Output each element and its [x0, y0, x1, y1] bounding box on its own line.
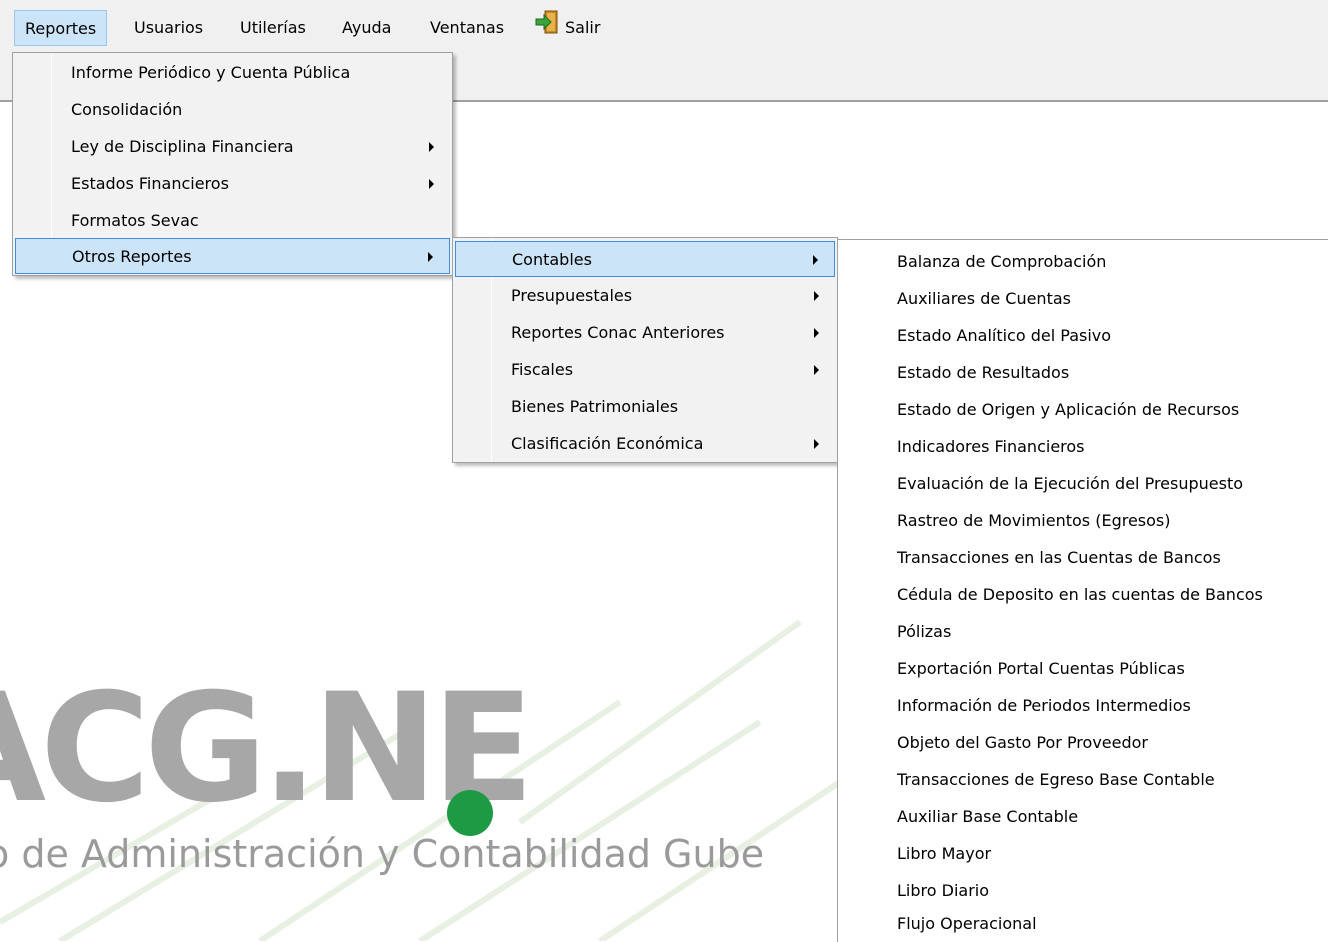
menu-utilerias[interactable]: Utilerías	[230, 10, 316, 46]
menu-bar: Reportes Usuarios Utilerías Ayuda Ventan…	[0, 0, 1328, 54]
menu-item-analitico-pasivo[interactable]: Estado Analítico del Pasivo	[838, 317, 1328, 354]
menu-item-label: Transacciones en las Cuentas de Bancos	[897, 548, 1221, 567]
menu-item-label: Evaluación de la Ejecución del Presupues…	[897, 474, 1244, 493]
menu-item-label: Reportes Conac Anteriores	[511, 323, 725, 342]
menu-item-label: Informe Periódico y Cuenta Pública	[71, 63, 351, 82]
submenu-arrow-icon	[814, 365, 819, 375]
menu-item-contables[interactable]: Contables	[455, 241, 835, 277]
menu-utilerias-label: Utilerías	[240, 18, 306, 37]
menu-item-indicadores-financieros[interactable]: Indicadores Financieros	[838, 428, 1328, 465]
menu-item-otros-reportes[interactable]: Otros Reportes	[15, 238, 450, 274]
menu-item-balanza-comprobacion[interactable]: Balanza de Comprobación	[838, 243, 1328, 280]
menu-item-fiscales[interactable]: Fiscales	[455, 352, 835, 388]
menu-ayuda-label: Ayuda	[342, 18, 392, 37]
menu-item-estado-resultados[interactable]: Estado de Resultados	[838, 354, 1328, 391]
menu-ayuda[interactable]: Ayuda	[332, 10, 401, 46]
menu-item-label: Cédula de Deposito en las cuentas de Ban…	[897, 585, 1263, 604]
menu-item-formatos-sevac[interactable]: Formatos Sevac	[15, 203, 450, 239]
menu-item-bienes-patrimoniales[interactable]: Bienes Patrimoniales	[455, 389, 835, 425]
menu-item-exportacion-portal[interactable]: Exportación Portal Cuentas Públicas	[838, 650, 1328, 687]
menu-item-label: Estados Financieros	[71, 174, 229, 193]
menu-item-auxiliar-base-contable[interactable]: Auxiliar Base Contable	[838, 798, 1328, 835]
menu-item-label: Presupuestales	[511, 286, 633, 305]
menu-item-libro-mayor[interactable]: Libro Mayor	[838, 835, 1328, 872]
menu-item-label: Fiscales	[511, 360, 574, 379]
menu-item-estados-financieros[interactable]: Estados Financieros	[15, 166, 450, 202]
submenu-arrow-icon	[813, 255, 818, 265]
menu-item-libro-diario[interactable]: Libro Diario	[838, 872, 1328, 909]
menu-item-periodos-intermedios[interactable]: Información de Periodos Intermedios	[838, 687, 1328, 724]
contables-menu: Balanza de Comprobación Auxiliares de Cu…	[837, 239, 1328, 942]
menu-item-cedula-deposito[interactable]: Cédula de Deposito en las cuentas de Ban…	[838, 576, 1328, 613]
reportes-menu: Informe Periódico y Cuenta Pública Conso…	[12, 52, 453, 276]
menu-reportes[interactable]: Reportes	[14, 10, 108, 46]
menu-item-evaluacion-presupuesto[interactable]: Evaluación de la Ejecución del Presupues…	[838, 465, 1328, 502]
menu-usuarios-label: Usuarios	[134, 18, 204, 37]
submenu-arrow-icon	[429, 142, 434, 152]
menu-item-informe-periodico[interactable]: Informe Periódico y Cuenta Pública	[15, 55, 450, 91]
menu-item-label: Bienes Patrimoniales	[511, 397, 679, 416]
menu-item-label: Ley de Disciplina Financiera	[71, 137, 294, 156]
menu-item-label: Libro Mayor	[897, 844, 992, 863]
menu-item-label: Rastreo de Movimientos (Egresos)	[897, 511, 1171, 530]
submenu-arrow-icon	[429, 179, 434, 189]
menu-item-label: Estado Analítico del Pasivo	[897, 326, 1112, 345]
menu-item-conac-anteriores[interactable]: Reportes Conac Anteriores	[455, 315, 835, 351]
menu-item-rastreo-movimientos[interactable]: Rastreo de Movimientos (Egresos)	[838, 502, 1328, 539]
menu-item-label: Consolidación	[71, 100, 183, 119]
menu-item-label: Clasificación Económica	[511, 434, 704, 453]
menu-item-clasificacion-economica[interactable]: Clasificación Económica	[455, 426, 835, 462]
menu-item-label: Estado de Resultados	[897, 363, 1070, 382]
submenu-arrow-icon	[814, 328, 819, 338]
logo-subtitle: o de Administración y Contabilidad Gube	[0, 832, 765, 876]
submenu-arrow-icon	[814, 439, 819, 449]
menu-item-objeto-gasto-proveedor[interactable]: Objeto del Gasto Por Proveedor	[838, 724, 1328, 761]
menu-item-polizas[interactable]: Pólizas	[838, 613, 1328, 650]
menu-usuarios[interactable]: Usuarios	[124, 10, 213, 46]
menu-item-label: Auxiliar Base Contable	[897, 807, 1079, 826]
menu-item-label: Objeto del Gasto Por Proveedor	[897, 733, 1148, 752]
menu-item-transacciones-egreso[interactable]: Transacciones de Egreso Base Contable	[838, 761, 1328, 798]
menu-item-label: Balanza de Comprobación	[897, 252, 1107, 271]
exit-door-icon	[535, 10, 559, 47]
submenu-arrow-icon	[428, 252, 433, 262]
logo-dot	[447, 790, 493, 836]
menu-item-label: Pólizas	[897, 622, 952, 641]
menu-item-label: Información de Periodos Intermedios	[897, 696, 1191, 715]
menu-item-presupuestales[interactable]: Presupuestales	[455, 278, 835, 314]
menu-item-label: Transacciones de Egreso Base Contable	[897, 770, 1215, 789]
menu-item-label: Otros Reportes	[72, 247, 192, 266]
menu-ventanas[interactable]: Ventanas	[420, 10, 514, 46]
menu-item-consolidacion[interactable]: Consolidación	[15, 92, 450, 128]
menu-salir[interactable]: Salir	[525, 10, 610, 46]
submenu-arrow-icon	[814, 291, 819, 301]
menu-reportes-label: Reportes	[25, 19, 97, 38]
menu-item-label: Indicadores Financieros	[897, 437, 1085, 456]
menu-ventanas-label: Ventanas	[430, 18, 505, 37]
menu-item-label: Formatos Sevac	[71, 211, 199, 230]
menu-item-transacciones-bancos[interactable]: Transacciones en las Cuentas de Bancos	[838, 539, 1328, 576]
menu-item-ley-disciplina[interactable]: Ley de Disciplina Financiera	[15, 129, 450, 165]
menu-item-origen-aplicacion[interactable]: Estado de Origen y Aplicación de Recurso…	[838, 391, 1328, 428]
menu-item-label: Exportación Portal Cuentas Públicas	[897, 659, 1185, 678]
menu-item-label: Contables	[512, 250, 592, 269]
menu-item-flujo-operacional[interactable]: Flujo Operacional	[838, 905, 1328, 942]
menu-item-auxiliares-cuentas[interactable]: Auxiliares de Cuentas	[838, 280, 1328, 317]
menu-salir-label: Salir	[565, 18, 601, 37]
menu-item-label: Auxiliares de Cuentas	[897, 289, 1071, 308]
menu-item-label: Flujo Operacional	[897, 914, 1037, 933]
otros-reportes-menu: Contables Presupuestales Reportes Conac …	[452, 237, 838, 463]
menu-item-label: Libro Diario	[897, 881, 989, 900]
menu-item-label: Estado de Origen y Aplicación de Recurso…	[897, 400, 1240, 419]
